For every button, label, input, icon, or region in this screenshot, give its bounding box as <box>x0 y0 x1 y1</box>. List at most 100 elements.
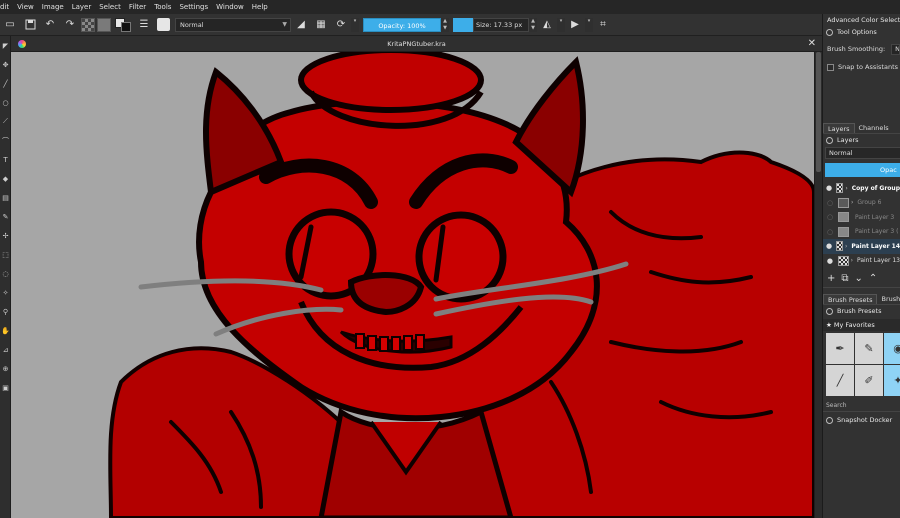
eye-icon[interactable]: ● <box>826 257 834 265</box>
group-expand-icon[interactable]: › <box>845 185 847 192</box>
menu-image[interactable]: Image <box>38 0 68 14</box>
scrollbar-thumb[interactable] <box>816 52 821 172</box>
layer-row[interactable]: ● › Paint Layer 13 <box>823 254 900 269</box>
snap-to-assistants-row[interactable]: Snap to Assistants <box>823 60 900 74</box>
brush-preset-fill[interactable]: ╱ <box>826 365 854 396</box>
move-layer-down-icon[interactable]: ⌄ <box>855 273 863 284</box>
new-file-icon[interactable]: ▭ <box>3 18 17 32</box>
brush-preset-pen[interactable]: ✒ <box>826 333 854 364</box>
layers-header[interactable]: Layers <box>823 134 900 146</box>
layer-row-selected[interactable]: ● › Paint Layer 14 <box>823 239 900 254</box>
eye-icon[interactable]: ● <box>826 242 832 250</box>
brush-preset-soft[interactable]: ✦ <box>884 365 900 396</box>
reference-icon[interactable]: ▣ <box>0 378 11 397</box>
menu-select[interactable]: Select <box>95 0 125 14</box>
menu-settings[interactable]: Settings <box>175 0 212 14</box>
reload-icon[interactable]: ⟳ <box>334 18 348 32</box>
brush-smoothing-select[interactable]: N <box>891 43 900 55</box>
advanced-color-selector-title[interactable]: Advanced Color Selector <box>823 14 900 26</box>
tab-channels[interactable]: Channels <box>855 123 893 133</box>
size-stepper[interactable]: ▲ ▼ <box>529 17 537 32</box>
collapse-icon[interactable] <box>826 307 833 315</box>
eraser-icon[interactable]: ◢ <box>294 18 308 32</box>
eye-icon[interactable]: ● <box>826 184 832 192</box>
select-ellipse-icon[interactable]: ◌ <box>0 264 11 283</box>
brush-editor-icon[interactable]: ☰ <box>137 18 151 32</box>
close-icon[interactable]: ✕ <box>808 38 816 49</box>
reload-dropdown[interactable]: ▾ <box>351 17 359 32</box>
menu-window[interactable]: Window <box>212 0 248 14</box>
mirror-horizontal-icon[interactable]: ◭ <box>540 18 554 32</box>
select-rect-icon[interactable]: ⬚ <box>0 245 11 264</box>
opacity-slider[interactable]: Opacity: 100% <box>363 17 441 32</box>
menu-help[interactable]: Help <box>248 0 272 14</box>
eye-hidden-icon[interactable]: ○ <box>826 228 834 236</box>
collapse-icon[interactable] <box>826 28 833 36</box>
brush-preset-marker[interactable]: ✎ <box>855 333 883 364</box>
layer-blend-mode-select[interactable]: Normal <box>825 147 900 159</box>
brush-preset-airbrush[interactable]: ◉ <box>884 333 900 364</box>
brush-icon[interactable]: ╱ <box>0 74 11 93</box>
tab-layers[interactable]: Layers <box>823 123 855 133</box>
tab-brush-editor[interactable]: Brush E <box>877 294 900 304</box>
tab-brush-presets[interactable]: Brush Presets <box>823 294 878 304</box>
gradient-swatch[interactable] <box>97 17 111 32</box>
lasso-icon[interactable]: ✧ <box>0 283 11 302</box>
layer-row[interactable]: ● › Copy of Group <box>823 181 900 196</box>
measure-icon[interactable]: ⊿ <box>0 340 11 359</box>
eye-hidden-icon[interactable]: ○ <box>826 199 834 207</box>
fg-bg-color-selector[interactable] <box>115 17 131 32</box>
line-icon[interactable]: ⟋ <box>0 112 11 131</box>
collapse-icon[interactable] <box>826 136 833 144</box>
tool-options-header[interactable]: Tool Options <box>823 26 900 38</box>
snap-to-assistants-checkbox[interactable] <box>827 63 834 71</box>
canvas-vertical-scrollbar[interactable] <box>814 52 822 518</box>
canvas[interactable] <box>11 52 814 518</box>
group-expand-icon[interactable]: › <box>851 199 853 206</box>
preset-search-field[interactable]: Search <box>823 400 900 412</box>
size-slider[interactable]: Size: 17.33 px <box>453 17 529 32</box>
move-layer-up-icon[interactable]: ⌃ <box>869 273 877 284</box>
group-expand-icon[interactable]: › <box>845 243 847 250</box>
brush-presets-header[interactable]: Brush Presets <box>823 305 900 317</box>
menu-filter[interactable]: Filter <box>125 0 150 14</box>
layer-opacity-slider[interactable]: Opac <box>825 163 900 177</box>
cursor-icon[interactable]: ◤ <box>0 36 11 55</box>
layer-row[interactable]: ○ Paint Layer 3 ( <box>823 225 900 240</box>
fill-icon[interactable]: ◆ <box>0 169 11 188</box>
redo-icon[interactable]: ↷ <box>63 18 77 32</box>
mirror-v-dropdown[interactable]: ▾ <box>585 17 593 32</box>
crop-icon[interactable]: ⌗ <box>596 18 610 32</box>
background-color[interactable] <box>121 21 131 32</box>
gradient-icon[interactable]: ▤ <box>0 188 11 207</box>
ellipse-icon[interactable]: ○ <box>0 93 11 112</box>
menu-edit[interactable]: dit <box>0 0 13 14</box>
transform-icon[interactable]: ✥ <box>0 55 11 74</box>
menu-layer[interactable]: Layer <box>68 0 96 14</box>
mirror-h-dropdown[interactable]: ▾ <box>557 17 565 32</box>
save-icon[interactable] <box>23 18 37 32</box>
zoom-icon[interactable]: ⚲ <box>0 302 11 321</box>
opacity-stepper[interactable]: ▲ ▼ <box>441 17 449 32</box>
move-icon[interactable]: ✢ <box>0 226 11 245</box>
duplicate-layer-icon[interactable]: ⧉ <box>841 273 848 284</box>
undo-icon[interactable]: ↶ <box>43 18 57 32</box>
menu-tools[interactable]: Tools <box>150 0 175 14</box>
collapse-icon[interactable] <box>826 416 833 424</box>
add-layer-icon[interactable]: + <box>827 273 835 284</box>
layer-row[interactable]: ○ › Group 6 <box>823 196 900 211</box>
document-title[interactable]: KritaPNGtuber.kra <box>387 40 445 48</box>
group-expand-icon[interactable]: › <box>851 257 853 264</box>
mirror-vertical-icon[interactable]: ▶ <box>568 18 582 32</box>
brush-preset-thumbnail[interactable] <box>157 18 170 31</box>
favorites-tag-select[interactable]: ★ My Favorites <box>823 319 900 331</box>
text-icon[interactable]: T <box>0 150 11 169</box>
snapshot-docker-header[interactable]: Snapshot Docker <box>823 414 900 426</box>
pattern-swatch[interactable] <box>81 17 95 32</box>
brush-preset-ink[interactable]: ✐ <box>855 365 883 396</box>
assistant-icon[interactable]: ⊕ <box>0 359 11 378</box>
menu-view[interactable]: View <box>13 0 38 14</box>
pan-icon[interactable]: ✋ <box>0 321 11 340</box>
layer-row[interactable]: ○ Paint Layer 3 <box>823 210 900 225</box>
picker-icon[interactable]: ✎ <box>0 207 11 226</box>
